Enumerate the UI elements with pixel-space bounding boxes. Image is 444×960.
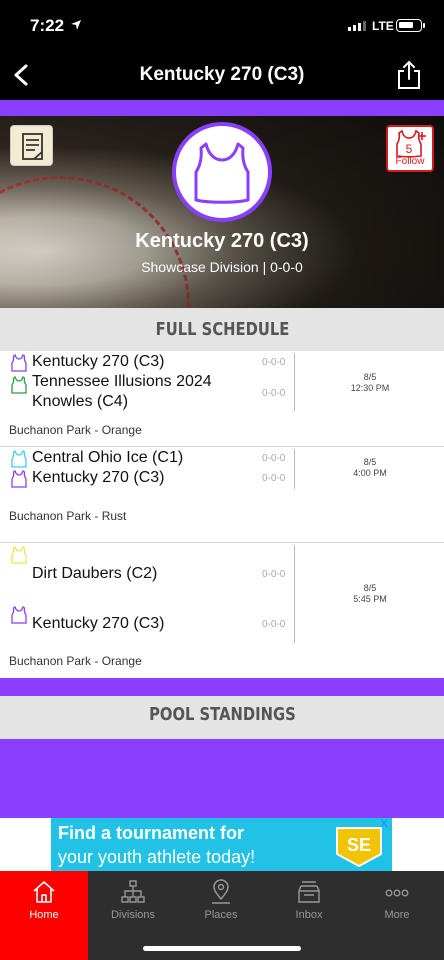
tab-label: More	[384, 909, 410, 921]
more-dots-icon	[385, 889, 409, 897]
pool-standings-panel	[0, 739, 444, 818]
accent-strip	[0, 100, 444, 116]
tab-label: Places	[204, 909, 238, 921]
team-name-home[interactable]: Central Ohio Ice (C1)	[32, 448, 242, 468]
team-name-home[interactable]: Kentucky 270 (C3)	[32, 352, 242, 372]
ad-close-button[interactable]: X	[378, 818, 390, 830]
nav-title: Kentucky 270 (C3)	[139, 64, 305, 85]
signal-icon	[348, 21, 366, 31]
ad-banner[interactable]: Find a tournament for your youth athlete…	[51, 818, 392, 871]
follow-button[interactable]: 5 Follow	[386, 125, 434, 172]
team-record: 0-0-0	[262, 619, 286, 630]
tab-home[interactable]: Home	[0, 871, 88, 960]
ad-subline: your youth athlete today!	[58, 847, 256, 867]
tab-label: Divisions	[110, 909, 155, 921]
team-name-away[interactable]: Kentucky 270 (C3)	[32, 468, 242, 488]
team-record: 0-0-0	[262, 388, 286, 399]
game-time: 4:00 PM	[353, 468, 387, 478]
pool-standings-header: POOL STANDINGS	[0, 696, 444, 739]
notepad-icon	[22, 133, 43, 160]
team-name-away[interactable]: Kentucky 270 (C3)	[32, 614, 242, 634]
team-name: Kentucky 270 (C3)	[135, 230, 309, 252]
team-jersey-icon	[11, 470, 27, 488]
game-date: 8/5	[363, 583, 377, 593]
game-card[interactable]: Dirt Daubers (C2) 0-0-0 Kentucky 270 (C3…	[0, 543, 444, 676]
team-record: 0-0-0	[262, 569, 286, 580]
team-division-record: Showcase Division | 0-0-0	[141, 259, 303, 275]
team-jersey-icon	[11, 376, 27, 394]
tab-more[interactable]: More	[353, 871, 441, 960]
follow-badge-count: 5	[406, 142, 413, 156]
notes-button[interactable]	[10, 125, 53, 166]
game-card[interactable]: Central Ohio Ice (C1) 0-0-0 Kentucky 270…	[0, 447, 444, 543]
nav-bar: Kentucky 270 (C3)	[0, 50, 444, 100]
full-schedule-header: FULL SCHEDULE	[0, 308, 444, 351]
game-venue[interactable]: Buchanon Park - Rust	[9, 509, 126, 523]
team-jersey-icon	[11, 546, 27, 564]
game-card[interactable]: Kentucky 270 (C3) 0-0-0 Tennessee Illusi…	[0, 351, 444, 447]
share-icon[interactable]	[396, 60, 422, 90]
location-arrow-icon	[71, 20, 81, 30]
home-indicator	[143, 946, 301, 951]
home-icon	[33, 881, 55, 903]
game-date: 8/5	[363, 457, 377, 467]
team-logo	[172, 122, 272, 222]
pool-standings-title: POOL STANDINGS	[148, 704, 296, 725]
tab-label: Inbox	[295, 909, 323, 921]
game-date: 8/5	[363, 372, 377, 382]
game-venue[interactable]: Buchanon Park - Orange	[9, 423, 142, 437]
section-divider	[0, 678, 444, 696]
ad-logo-badge: SE	[336, 827, 382, 868]
team-record: 0-0-0	[262, 357, 286, 368]
team-name-away[interactable]: Tennessee Illusions 2024 Knowles (C4)	[32, 372, 212, 412]
status-bar: 7:22 LTE	[0, 0, 444, 50]
tab-label: Home	[29, 909, 59, 921]
team-jersey-icon	[11, 450, 27, 468]
team-jersey-icon	[11, 354, 27, 372]
inbox-icon	[298, 881, 320, 903]
ad-headline: Find a tournament for	[58, 823, 244, 843]
game-time: 12:30 PM	[350, 383, 390, 393]
team-jersey-icon	[11, 606, 27, 624]
game-venue[interactable]: Buchanon Park - Orange	[9, 654, 142, 668]
team-name-home[interactable]: Dirt Daubers (C2)	[32, 564, 242, 584]
full-schedule-title: FULL SCHEDULE	[155, 319, 289, 340]
battery-icon	[396, 19, 425, 32]
team-header: 5 Follow Kentucky 270 (C3) Showcase Divi…	[0, 116, 444, 308]
network-label: LTE	[372, 19, 394, 33]
team-record: 0-0-0	[262, 473, 286, 484]
ad-logo-text: SE	[347, 835, 371, 855]
bracket-icon	[121, 880, 145, 903]
follow-jersey-icon: 5	[396, 129, 426, 158]
follow-label: Follow	[395, 156, 425, 167]
location-pin-icon	[212, 879, 230, 904]
team-record: 0-0-0	[262, 453, 286, 464]
status-time: 7:22	[30, 16, 65, 35]
game-time: 5:45 PM	[353, 594, 387, 604]
jersey-icon	[194, 142, 250, 204]
